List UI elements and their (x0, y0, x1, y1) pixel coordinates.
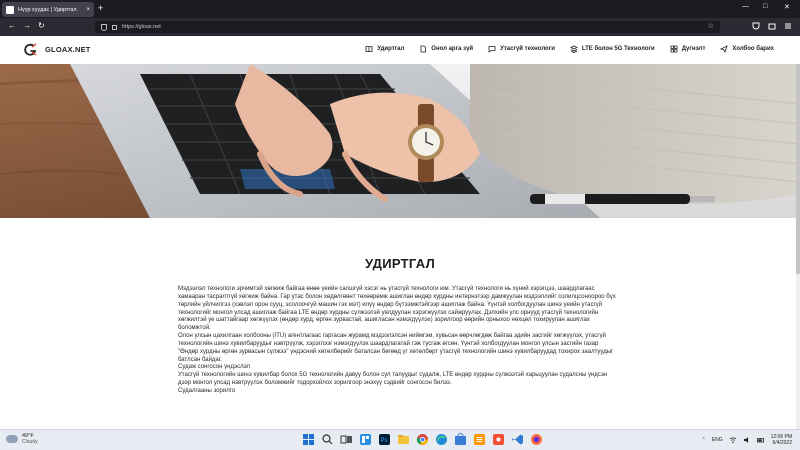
wifi-icon[interactable] (729, 436, 737, 444)
volume-icon[interactable] (743, 436, 751, 444)
site-logo[interactable]: GLOAX.NET (45, 45, 91, 54)
clock-date: 6/4/2022 (772, 440, 792, 446)
bookmark-star-icon[interactable]: ☆ (708, 22, 714, 30)
tab-title: Нүүр хуудас | Удиртгал (18, 6, 77, 13)
chat-icon (488, 46, 496, 53)
menu-item-contact[interactable]: Холбоо барих (720, 45, 774, 53)
book-icon (365, 46, 373, 53)
widgets-icon[interactable] (359, 433, 372, 446)
file-explorer-icon[interactable] (397, 433, 410, 446)
new-tab-button[interactable]: + (98, 3, 103, 13)
cloud-icon (6, 435, 18, 443)
minimize-button[interactable]: — (742, 3, 749, 10)
firefox-icon[interactable] (530, 433, 543, 446)
url-text[interactable]: https://gloax.net (122, 24, 161, 30)
document-icon (420, 45, 427, 53)
browser-tab[interactable]: Нүүр хуудас | Удиртгал × (2, 2, 94, 17)
grid-icon (670, 45, 678, 53)
menu-item-intro[interactable]: Удиртгал (365, 45, 404, 53)
hero-photo (0, 64, 800, 218)
reload-button[interactable]: ↻ (38, 21, 45, 30)
forward-button[interactable]: → (23, 21, 31, 30)
lock-icon[interactable] (112, 24, 117, 30)
page-title: УДИРТГАЛ (364, 256, 436, 271)
menu-label: Удиртгал (377, 46, 405, 52)
maximize-button[interactable]: □ (763, 3, 767, 10)
paragraph-intro: Мэдээлэл технологи эрчимтэй хөгжиж байга… (178, 286, 616, 332)
photoshop-icon[interactable]: Ps (378, 433, 391, 446)
os-taskbar: 49°F Cloudy Ps ⌃ ENG 12:06 PM 6/4/2022 (0, 429, 800, 450)
paragraph-itu: Олон улсын цахилгаан холбооны (ITU) аген… (178, 333, 614, 363)
site-favicon-icon (6, 5, 14, 14)
weather-widget[interactable]: 49°F Cloudy (6, 433, 38, 445)
windows-start-icon[interactable] (302, 433, 315, 446)
store-icon[interactable] (454, 433, 467, 446)
menu-icon[interactable] (784, 22, 792, 30)
pocket-icon[interactable] (752, 22, 760, 30)
chevron-up-icon[interactable]: ⌃ (702, 437, 706, 443)
menu-label: Холбоо барих (732, 46, 774, 52)
extensions-icon[interactable] (768, 22, 776, 30)
menu-label: Утасгүй технологи (500, 46, 555, 52)
article-body: Мэдээлэл технологи эрчимтэй хөгжиж байга… (178, 286, 618, 396)
main-menu: Удиртгал Онол арга зүй Утасгүй технологи… (365, 45, 774, 53)
taskbar-apps: Ps (302, 433, 543, 446)
browser-tab-bar: Нүүр хуудас | Удиртгал × + — □ ✕ (0, 0, 800, 18)
layers-icon (570, 45, 578, 53)
git-icon[interactable] (492, 433, 505, 446)
main-content: УДИРТГАЛ Мэдээлэл технологи эрчимтэй хөг… (0, 218, 800, 429)
tab-close-icon[interactable]: × (86, 7, 90, 13)
menu-item-methodology[interactable]: Онол арга зүй (419, 45, 473, 53)
task-view-icon[interactable] (340, 433, 353, 446)
site-header: GLOAX.NET Удиртгал Онол арга зүй Утасгүй… (0, 36, 800, 64)
back-button[interactable]: ← (8, 21, 16, 30)
logo-icon[interactable] (24, 43, 37, 56)
subheading-goal: Судалгааны зорилго (178, 387, 236, 394)
shield-icon[interactable] (101, 23, 107, 31)
close-window-button[interactable]: ✕ (784, 3, 790, 11)
battery-icon[interactable] (756, 436, 765, 444)
browser-nav-bar: ← → ↻ https://gloax.net ☆ (0, 18, 800, 36)
hero-image (0, 64, 800, 218)
menu-label: Дүгнэлт (681, 46, 706, 52)
menu-label: LTE болон 5G Технологи (581, 46, 655, 52)
url-bar[interactable]: https://gloax.net ☆ (95, 21, 720, 33)
menu-item-wireless[interactable]: Утасгүй технологи (488, 45, 555, 53)
chrome-icon[interactable] (416, 433, 429, 446)
edge-icon[interactable] (435, 433, 448, 446)
paragraph-rationale: Утасгүй технологийн шинэ хувилбар болох … (178, 372, 608, 387)
sublime-icon[interactable] (473, 433, 486, 446)
send-icon (720, 45, 729, 53)
vscode-icon[interactable] (511, 433, 524, 446)
language-indicator[interactable]: ENG (712, 437, 723, 443)
scrollbar-thumb[interactable] (796, 64, 800, 274)
weather-desc: Cloudy (22, 439, 38, 445)
search-icon[interactable] (321, 433, 334, 446)
menu-item-lte-5g[interactable]: LTE болон 5G Технологи (570, 45, 655, 53)
system-tray: ⌃ ENG 12:06 PM 6/4/2022 (702, 434, 792, 446)
taskbar-clock[interactable]: 12:06 PM 6/4/2022 (771, 434, 792, 446)
svg-text:Ps: Ps (381, 438, 388, 444)
menu-item-conclusion[interactable]: Дүгнэлт (670, 45, 706, 53)
menu-label: Онол арга зүй (431, 46, 474, 52)
